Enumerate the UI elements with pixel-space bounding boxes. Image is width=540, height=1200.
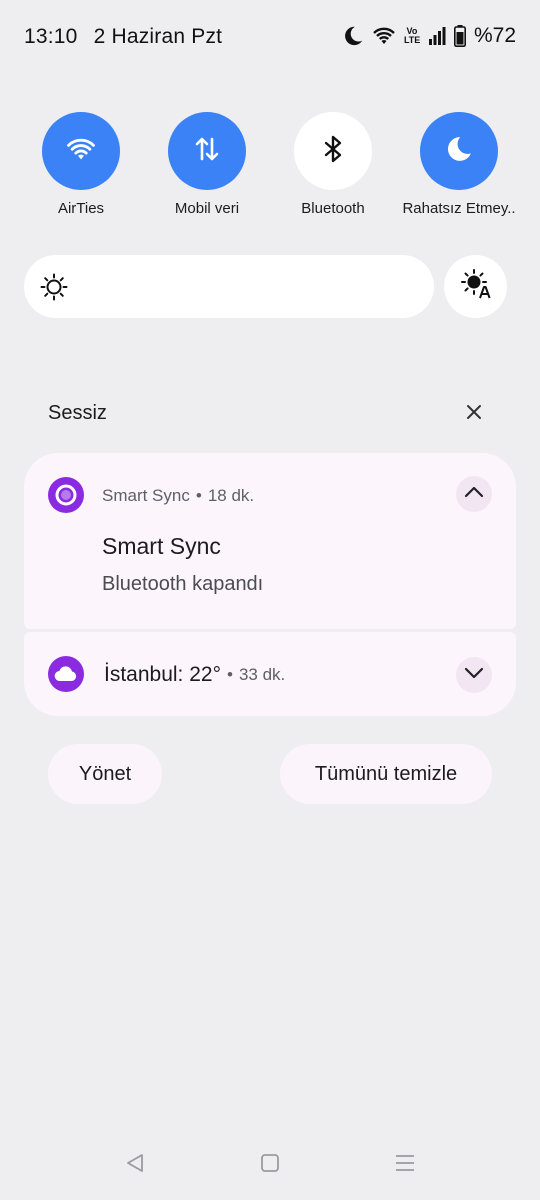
notification-smart-sync[interactable]: Smart Sync • 18 dk. Smart Sync Bluetooth… (24, 453, 516, 629)
meta-separator: • (195, 486, 202, 505)
silent-section-title: Sessiz (48, 402, 107, 424)
wifi-icon (65, 136, 97, 167)
status-right: Vo LTE %72 (342, 24, 516, 48)
sun-icon (40, 273, 68, 306)
smart-sync-app-icon (48, 477, 84, 513)
chevron-up-icon (464, 485, 484, 503)
qs-wifi-button[interactable] (42, 112, 120, 190)
qs-label-do-not-disturb: Rahatsız Etmey.. (402, 200, 516, 217)
notification-weather[interactable]: İstanbul: 22° • 33 dk. (24, 632, 516, 716)
status-left: 13:10 2 Haziran Pzt (24, 25, 222, 49)
weather-time: 33 dk. (238, 665, 286, 684)
notification-title: Smart Sync (102, 533, 221, 559)
status-date: 2 Haziran Pzt (93, 25, 223, 48)
qs-tile-do-not-disturb[interactable]: Rahatsız Etmey.. (396, 112, 522, 217)
weather-app-icon (48, 656, 84, 692)
notification-time: 18 dk. (207, 486, 255, 505)
wifi-status-icon (372, 26, 396, 46)
qs-do-not-disturb-button[interactable] (420, 112, 498, 190)
home-icon[interactable] (259, 1152, 281, 1179)
collapse-button[interactable] (456, 476, 492, 512)
moon-status-icon (342, 25, 364, 47)
qs-bluetooth-button[interactable] (294, 112, 372, 190)
weather-title: İstanbul: 22° (104, 663, 221, 686)
qs-mobile-data-button[interactable] (168, 112, 246, 190)
battery-icon (453, 25, 466, 47)
recents-menu-icon[interactable] (394, 1152, 416, 1179)
bluetooth-icon (322, 135, 344, 168)
battery-percent: %72 (473, 24, 516, 47)
qs-label-mobile-data: Mobil veri (174, 200, 240, 217)
status-time: 13:10 (24, 25, 78, 48)
manage-button[interactable]: Yönet (48, 744, 162, 804)
notification-meta: Smart Sync • 18 dk. (102, 486, 254, 506)
weather-meta: İstanbul: 22° • 33 dk. (104, 663, 285, 687)
notification-app-name: Smart Sync (102, 486, 190, 505)
auto-brightness-icon (460, 269, 491, 304)
silent-section-close-button[interactable] (462, 402, 486, 426)
qs-label-wifi: AirTies (57, 200, 105, 217)
notification-body: Bluetooth kapandı (102, 573, 264, 595)
back-icon[interactable] (124, 1152, 146, 1179)
meta-separator: • (226, 665, 233, 684)
navigation-bar (0, 1140, 540, 1188)
mobile-data-icon (194, 135, 220, 168)
signal-icon (428, 27, 446, 45)
qs-label-bluetooth: Bluetooth (301, 200, 365, 217)
volte-icon: Vo LTE (404, 27, 420, 45)
status-bar: 13:10 2 Haziran Pzt Vo LTE %72 (0, 0, 540, 74)
qs-tile-bluetooth[interactable]: Bluetooth (270, 112, 396, 217)
volte-label: Vo LTE (403, 26, 421, 45)
quick-settings: AirTies Mobil veri Bluetooth Rahatsız Et… (0, 112, 540, 222)
qs-tile-wifi[interactable]: AirTies (18, 112, 144, 217)
brightness-slider[interactable] (24, 255, 434, 318)
moon-icon (444, 134, 474, 169)
qs-tile-mobile-data[interactable]: Mobil veri (144, 112, 270, 217)
auto-brightness-button[interactable] (444, 255, 507, 318)
expand-button[interactable] (456, 657, 492, 693)
clear-all-button[interactable]: Tümünü temizle (280, 744, 492, 804)
chevron-down-icon (464, 666, 484, 684)
close-icon (466, 404, 482, 425)
